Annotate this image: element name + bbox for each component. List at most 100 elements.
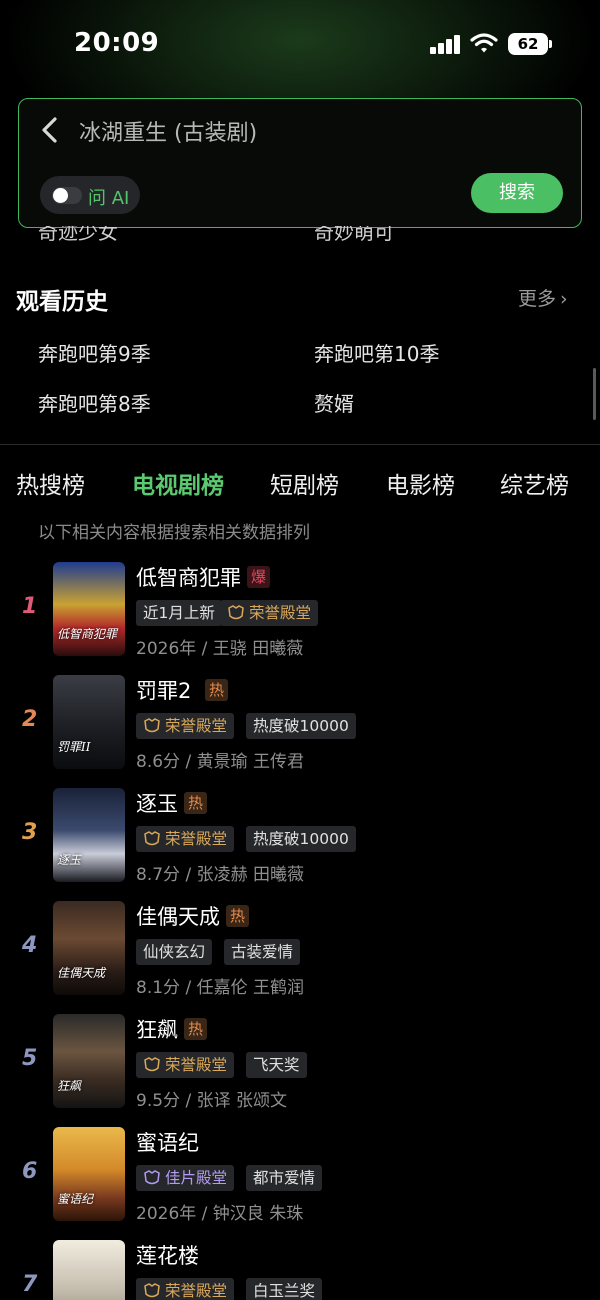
poster-thumbnail[interactable] xyxy=(53,1240,125,1300)
drama-title[interactable]: 狂飙 xyxy=(136,1014,178,1044)
hall-badge-icon xyxy=(144,1057,160,1072)
tag-chip: 荣誉殿堂 xyxy=(220,600,319,626)
drama-meta: 8.1分 / 任嘉伦 王鹤润 xyxy=(136,978,304,998)
history-item[interactable]: 奔跑吧第9季 xyxy=(38,338,151,367)
ranking-item[interactable]: 5 狂飙 狂飙热荣誉殿堂 飞天奖 9.5分 / 张译 张颂文 xyxy=(0,1014,600,1114)
battery-tip xyxy=(549,40,552,48)
tag-chip: 热度破10000 xyxy=(246,826,356,852)
poster-title-art: 罚罪II xyxy=(57,740,91,754)
tag-label: 热度破10000 xyxy=(253,830,349,848)
poster-thumbnail[interactable]: 罚罪II xyxy=(53,675,125,769)
hall-badge-icon xyxy=(144,1170,160,1185)
tag-label: 仙侠玄幻 xyxy=(143,943,206,961)
tag-label: 荣誉殿堂 xyxy=(165,717,228,735)
ranking-subtitle: 以下相关内容根据搜索相关数据排列 xyxy=(38,523,310,543)
suggestion-item-clipped[interactable]: 奇妙萌可 xyxy=(314,226,394,242)
hot-badge: 爆 xyxy=(247,566,271,588)
tag-label: 飞天奖 xyxy=(253,1056,300,1074)
drama-title[interactable]: 蜜语纪 xyxy=(136,1127,199,1157)
drama-title[interactable]: 逐玉 xyxy=(136,788,178,818)
tag-chip: 飞天奖 xyxy=(246,1052,307,1078)
poster-title-art: 佳偶天成 xyxy=(57,966,106,980)
drama-meta: 9.5分 / 张译 张颂文 xyxy=(136,1091,287,1111)
ranking-item[interactable]: 4 佳偶天成 佳偶天成热仙侠玄幻 古装爱情 8.1分 / 任嘉伦 王鹤润 xyxy=(0,901,600,1001)
poster-thumbnail[interactable]: 狂飙 xyxy=(53,1014,125,1108)
ask-ai-label: 问 AI xyxy=(88,188,130,209)
poster-thumbnail[interactable]: 佳偶天成 xyxy=(53,901,125,995)
suggestion-item-clipped[interactable]: 奇迹少女 xyxy=(38,226,118,242)
history-item[interactable]: 赘婿 xyxy=(314,388,354,417)
drama-title[interactable]: 佳偶天成 xyxy=(136,901,220,931)
tag-label: 热度破10000 xyxy=(253,717,349,735)
drama-meta: 2026年 / 王骁 田曦薇 xyxy=(136,639,304,659)
tab-hot-search[interactable]: 热搜榜 xyxy=(16,466,85,500)
rank-number: 7 xyxy=(22,1272,38,1297)
status-time: 20:09 xyxy=(74,28,160,58)
ranking-item[interactable]: 2 罚罪II 罚罪2 热荣誉殿堂 热度破10000 8.6分 / 黄景瑜 王传君 xyxy=(0,675,600,775)
tag-label: 古装爱情 xyxy=(231,943,294,961)
cellular-signal-icon xyxy=(430,34,462,54)
toggle-switch[interactable] xyxy=(52,187,82,204)
poster-thumbnail[interactable]: 低智商犯罪 xyxy=(53,562,125,656)
tab-variety[interactable]: 综艺榜 xyxy=(500,466,569,500)
poster-thumbnail[interactable]: 蜜语纪 xyxy=(53,1127,125,1221)
tag-chip: 白玉兰奖 xyxy=(246,1278,323,1300)
poster-title-art: 蜜语纪 xyxy=(57,1192,94,1206)
tag-label: 白玉兰奖 xyxy=(253,1282,316,1300)
rank-number: 3 xyxy=(22,820,38,845)
tag-label: 荣誉殿堂 xyxy=(249,604,312,622)
rank-number: 6 xyxy=(22,1159,38,1184)
tag-label: 荣誉殿堂 xyxy=(165,830,228,848)
poster-thumbnail[interactable]: 逐玉 xyxy=(53,788,125,882)
tag-label: 荣誉殿堂 xyxy=(165,1056,228,1074)
hot-badge: 热 xyxy=(184,1018,208,1040)
ask-ai-toggle[interactable]: 问 AI xyxy=(40,176,140,214)
hot-badge: 热 xyxy=(205,679,229,701)
search-button[interactable]: 搜索 xyxy=(471,173,563,213)
history-more-link[interactable]: 更多 › xyxy=(518,284,568,311)
history-item[interactable]: 奔跑吧第10季 xyxy=(314,338,439,367)
history-item[interactable]: 奔跑吧第8季 xyxy=(38,388,151,417)
ranking-item[interactable]: 6 蜜语纪 蜜语纪 佳片殿堂 都市爱情 2026年 / 钟汉良 朱珠 xyxy=(0,1127,600,1227)
hot-badge: 热 xyxy=(226,905,250,927)
tag-chip: 仙侠玄幻 xyxy=(136,939,213,965)
tag-label: 佳片殿堂 xyxy=(165,1169,228,1187)
history-title: 观看历史 xyxy=(16,289,108,315)
toggle-knob xyxy=(53,188,68,203)
tag-label: 都市爱情 xyxy=(253,1169,316,1187)
tag-chip: 近1月上新 xyxy=(136,600,222,626)
rank-number: 2 xyxy=(22,707,38,732)
hall-badge-icon xyxy=(144,831,160,846)
tab-tv-drama[interactable]: 电视剧榜 xyxy=(132,466,224,500)
tab-movie[interactable]: 电影榜 xyxy=(386,466,455,500)
ranking-item[interactable]: 3 逐玉 逐玉热荣誉殿堂 热度破10000 8.7分 / 张凌赫 田曦薇 xyxy=(0,788,600,888)
status-bar: 20:09 62 xyxy=(0,0,600,90)
poster-title-art: 逐玉 xyxy=(57,853,82,867)
hot-badge: 热 xyxy=(184,792,208,814)
tag-chip: 荣誉殿堂 xyxy=(136,1278,235,1300)
ranking-item[interactable]: 7 莲花楼荣誉殿堂 白玉兰奖 xyxy=(0,1240,600,1300)
more-label: 更多 xyxy=(518,288,557,310)
battery-indicator: 62 xyxy=(508,33,548,55)
drama-title[interactable]: 罚罪2 xyxy=(136,675,191,705)
wifi-icon xyxy=(470,33,498,53)
drama-title[interactable]: 莲花楼 xyxy=(136,1240,199,1270)
tag-chip: 佳片殿堂 xyxy=(136,1165,235,1191)
drama-meta: 8.6分 / 黄景瑜 王传君 xyxy=(136,752,304,772)
back-arrow-icon[interactable] xyxy=(33,113,67,147)
tab-short-drama[interactable]: 短剧榜 xyxy=(270,466,339,500)
hall-badge-icon xyxy=(144,1283,160,1298)
scroll-indicator xyxy=(593,368,596,420)
tag-chip: 热度破10000 xyxy=(246,713,356,739)
search-input[interactable] xyxy=(79,113,549,149)
hall-badge-icon xyxy=(144,718,160,733)
drama-title[interactable]: 低智商犯罪 xyxy=(136,562,241,592)
tag-label: 近1月上新 xyxy=(143,604,215,622)
tag-chip: 古装爱情 xyxy=(224,939,301,965)
section-divider xyxy=(0,444,600,445)
tag-chip: 都市爱情 xyxy=(246,1165,323,1191)
chevron-right-icon: › xyxy=(560,288,568,310)
ranking-item[interactable]: 1 低智商犯罪 低智商犯罪爆近1月上新 荣誉殿堂 2026年 / 王骁 田曦薇 xyxy=(0,562,600,662)
tag-chip: 荣誉殿堂 xyxy=(136,713,235,739)
hall-badge-icon xyxy=(228,605,244,620)
